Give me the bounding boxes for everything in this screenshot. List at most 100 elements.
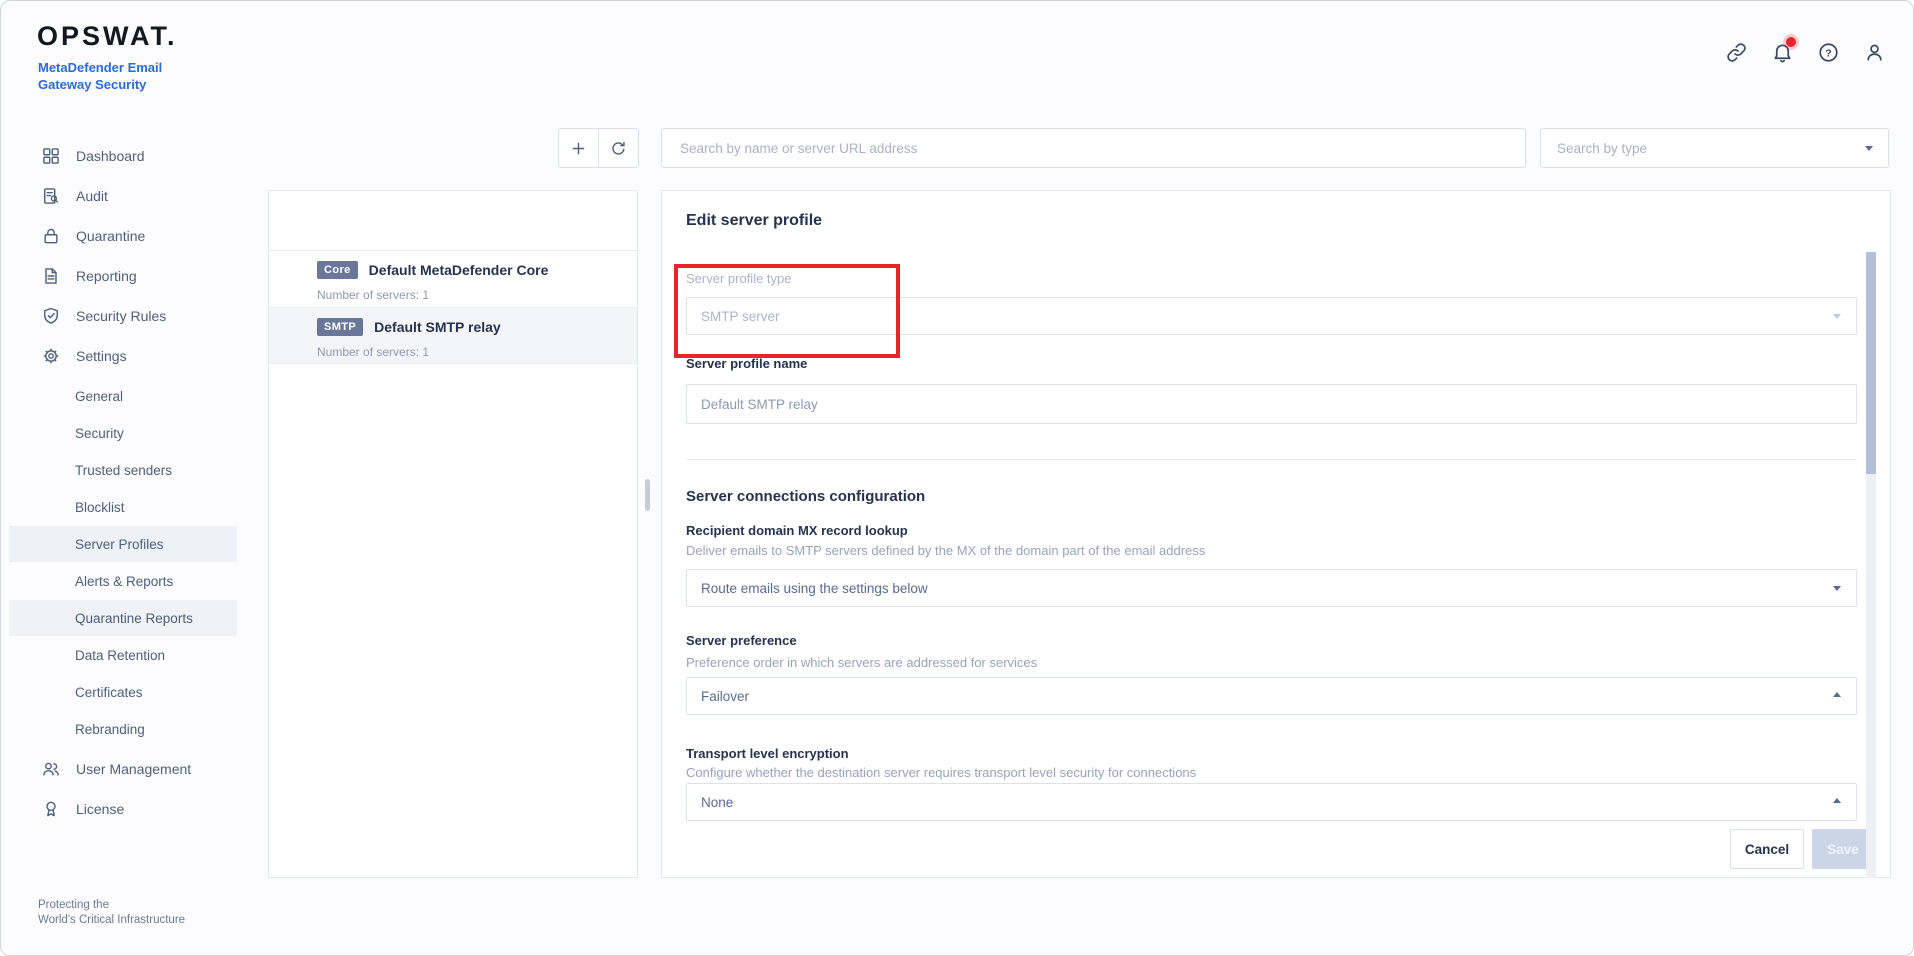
sidebar-item-label: General: [75, 389, 123, 404]
profile-type-badge: SMTP: [317, 318, 363, 336]
audit-icon: [41, 186, 61, 206]
sidebar-item-alerts-reports[interactable]: Alerts & Reports: [9, 563, 237, 599]
sidebar-item-blocklist[interactable]: Blocklist: [9, 489, 237, 525]
server-profile-type-select[interactable]: SMTP server: [686, 297, 1857, 335]
sidebar-item-label: Trusted senders: [75, 463, 172, 478]
sidebar-item-settings[interactable]: Settings: [9, 338, 237, 374]
mx-lookup-description: Deliver emails to SMTP servers defined b…: [686, 543, 1205, 558]
save-button[interactable]: Save: [1812, 829, 1874, 869]
product-name-line2: Gateway Security: [38, 76, 162, 93]
sidebar-item-trusted-senders[interactable]: Trusted senders: [9, 452, 237, 488]
transport-encryption-label: Transport level encryption: [686, 746, 849, 761]
chevron-down-icon: [1833, 586, 1841, 591]
sidebar-item-license[interactable]: License: [9, 791, 237, 827]
refresh-icon: [609, 139, 628, 158]
profile-name: Default SMTP relay: [374, 319, 501, 335]
server-profile-type-label: Server profile type: [686, 271, 792, 286]
add-server-profile-button[interactable]: [559, 129, 598, 167]
server-profile-name-input[interactable]: [686, 384, 1857, 424]
sidebar-item-audit[interactable]: Audit: [9, 178, 237, 214]
server-preference-description: Preference order in which servers are ad…: [686, 655, 1037, 670]
sidebar-item-security[interactable]: Security: [9, 415, 237, 451]
chevron-down-icon: [1865, 146, 1873, 151]
profile-meta: Number of servers: 1: [317, 345, 429, 359]
sidebar-item-label: Security Rules: [76, 308, 166, 324]
award-ribbon-icon: [41, 799, 61, 819]
header-icon-bar: ?: [1723, 39, 1887, 65]
gear-icon: [41, 346, 61, 366]
sidebar-item-dashboard[interactable]: Dashboard: [9, 138, 237, 174]
server-preference-value: Failover: [701, 689, 749, 704]
search-input[interactable]: [661, 128, 1526, 168]
report-document-icon: [41, 266, 61, 286]
mx-lookup-select[interactable]: Route emails using the settings below: [686, 569, 1857, 607]
sidebar-item-server-profiles[interactable]: Server Profiles: [9, 526, 237, 562]
section-divider: [686, 459, 1857, 460]
edit-server-profile-panel: Edit server profile Server profile type …: [661, 190, 1891, 878]
server-profile-type-value: SMTP server: [701, 309, 780, 324]
list-toolbar: [558, 128, 639, 168]
sidebar-item-label: Audit: [76, 188, 108, 204]
sidebar-item-data-retention[interactable]: Data Retention: [9, 637, 237, 673]
sidebar-item-label: Reporting: [76, 268, 137, 284]
sidebar-item-security-rules[interactable]: Security Rules: [9, 298, 237, 334]
footer-tagline-line1: Protecting the: [38, 898, 185, 913]
svg-text:?: ?: [1825, 47, 1831, 59]
refresh-button[interactable]: [598, 129, 638, 167]
notification-dot: [1786, 37, 1796, 47]
panel-title: Edit server profile: [686, 212, 822, 230]
sidebar-item-rebranding[interactable]: Rebranding: [9, 711, 237, 747]
sidebar-item-user-management[interactable]: User Management: [9, 751, 237, 787]
dashboard-grid-icon: [41, 146, 61, 166]
app-window: OPSWAT. MetaDefender Email Gateway Secur…: [0, 0, 1914, 956]
sidebar-item-label: Security: [75, 426, 124, 441]
users-icon: [41, 759, 61, 779]
sidebar-item-certificates[interactable]: Certificates: [9, 674, 237, 710]
link-icon[interactable]: [1723, 39, 1749, 65]
transport-encryption-select[interactable]: None: [686, 783, 1857, 821]
list-item-default-smtp-relay[interactable]: SMTP Default SMTP relay Number of server…: [269, 307, 637, 364]
sidebar-item-label: License: [76, 801, 124, 817]
chevron-up-icon: [1833, 798, 1841, 803]
sidebar-item-label: Rebranding: [75, 722, 145, 737]
footer-tagline-line2: World's Critical Infrastructure: [38, 913, 185, 928]
list-item-default-metadefender-core[interactable]: Core Default MetaDefender Core Number of…: [269, 250, 637, 307]
sidebar-item-quarantine[interactable]: Quarantine: [9, 218, 237, 254]
opswat-logo: OPSWAT.: [37, 21, 178, 52]
sidebar-item-general[interactable]: General: [9, 378, 237, 414]
sidebar-item-label: Settings: [76, 348, 127, 364]
sidebar-item-label: Dashboard: [76, 148, 145, 164]
notifications-bell-icon[interactable]: [1769, 39, 1795, 65]
product-name: MetaDefender Email Gateway Security: [38, 59, 162, 93]
server-profile-list: Core Default MetaDefender Core Number of…: [268, 190, 638, 878]
list-scrollbar-thumb[interactable]: [645, 479, 650, 511]
help-icon[interactable]: ?: [1815, 39, 1841, 65]
sidebar-item-label: Data Retention: [75, 648, 165, 663]
lock-icon: [41, 226, 61, 246]
profile-meta: Number of servers: 1: [317, 288, 429, 302]
footer-tagline: Protecting the World's Critical Infrastr…: [38, 898, 185, 928]
product-name-line1: MetaDefender Email: [38, 59, 162, 76]
cancel-button[interactable]: Cancel: [1730, 829, 1804, 869]
mx-lookup-value: Route emails using the settings below: [701, 581, 928, 596]
sidebar-item-label: Quarantine: [76, 228, 145, 244]
connections-section-title: Server connections configuration: [686, 488, 925, 505]
sidebar-item-label: Server Profiles: [75, 537, 164, 552]
server-preference-select[interactable]: Failover: [686, 677, 1857, 715]
sidebar-item-label: User Management: [76, 761, 191, 777]
sidebar-item-quarantine-reports[interactable]: Quarantine Reports: [9, 600, 237, 636]
sidebar-item-label: Blocklist: [75, 500, 125, 515]
plus-icon: [569, 139, 588, 158]
search-by-type-placeholder: Search by type: [1557, 141, 1647, 156]
edit-panel-scrollbar-thumb[interactable]: [1866, 252, 1876, 474]
sidebar-item-reporting[interactable]: Reporting: [9, 258, 237, 294]
profile-type-badge: Core: [317, 261, 358, 279]
server-preference-label: Server preference: [686, 633, 797, 648]
edit-panel-scrollbar-track[interactable]: [1866, 252, 1876, 878]
sidebar-item-label: Alerts & Reports: [75, 574, 173, 589]
mx-lookup-label: Recipient domain MX record lookup: [686, 523, 908, 538]
server-profile-name-label: Server profile name: [686, 356, 807, 371]
search-by-type-dropdown[interactable]: Search by type: [1540, 128, 1889, 168]
account-icon[interactable]: [1861, 39, 1887, 65]
sidebar-item-label: Certificates: [75, 685, 143, 700]
